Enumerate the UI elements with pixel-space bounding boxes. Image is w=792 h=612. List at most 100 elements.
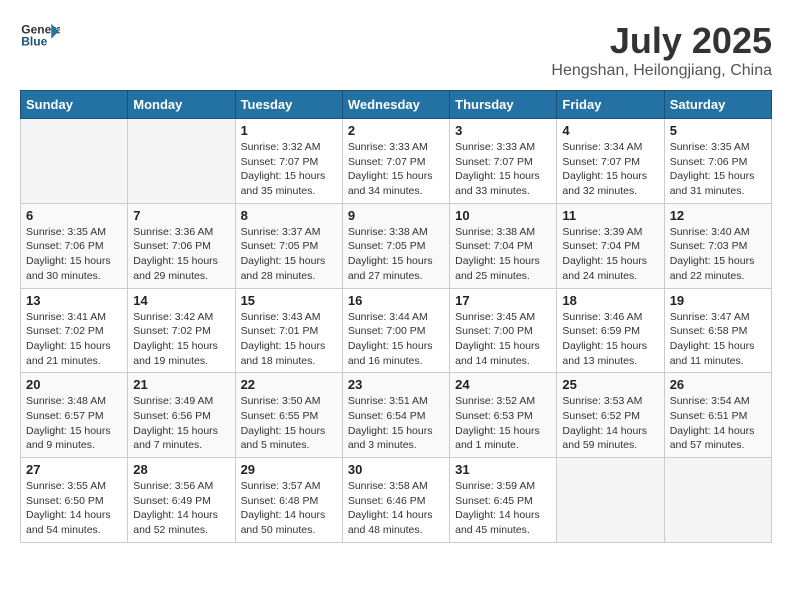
day-number: 1 [241,123,337,138]
day-info: Sunrise: 3:41 AM Sunset: 7:02 PM Dayligh… [26,310,122,369]
calendar-day-cell: 29 Sunrise: 3:57 AM Sunset: 6:48 PM Dayli… [235,458,342,543]
day-number: 22 [241,377,337,392]
calendar-day-cell: 16Sunrise: 3:44 AM Sunset: 7:00 PM Dayli… [342,288,449,373]
calendar-day-cell: 20 Sunrise: 3:48 AM Sunset: 6:57 PM Dayli… [21,373,128,458]
day-number: 21 [133,377,229,392]
calendar-week-row: 6 Sunrise: 3:35 AM Sunset: 7:06 PM Daylig… [21,203,772,288]
calendar-day-cell: 13 Sunrise: 3:41 AM Sunset: 7:02 PM Dayli… [21,288,128,373]
day-info: Sunrise: 3:59 AM Sunset: 6:45 PM Dayligh… [455,479,551,538]
day-info: Sunrise: 3:43 AM Sunset: 7:01 PM Dayligh… [241,310,337,369]
location-subtitle: Hengshan, Heilongjiang, China [551,62,772,80]
day-info: Sunrise: 3:36 AM Sunset: 7:06 PM Dayligh… [133,225,229,284]
calendar-day-cell [128,119,235,204]
weekday-header: Tuesday [235,91,342,119]
calendar-day-cell: 4Sunrise: 3:34 AM Sunset: 7:07 PM Daylig… [557,119,664,204]
weekday-header-row: SundayMondayTuesdayWednesdayThursdayFrid… [21,91,772,119]
day-number: 31 [455,462,551,477]
day-info: Sunrise: 3:51 AM Sunset: 6:54 PM Dayligh… [348,394,444,453]
day-info: Sunrise: 3:35 AM Sunset: 7:06 PM Dayligh… [670,140,766,199]
calendar-day-cell: 27Sunrise: 3:55 AM Sunset: 6:50 PM Dayli… [21,458,128,543]
title-section: July 2025 Hengshan, Heilongjiang, China [551,20,772,80]
calendar-week-row: 1 Sunrise: 3:32 AM Sunset: 7:07 PM Daylig… [21,119,772,204]
day-info: Sunrise: 3:42 AM Sunset: 7:02 PM Dayligh… [133,310,229,369]
day-number: 3 [455,123,551,138]
day-number: 13 [26,293,122,308]
calendar-day-cell: 6 Sunrise: 3:35 AM Sunset: 7:06 PM Daylig… [21,203,128,288]
logo: General Blue [20,20,60,50]
calendar-day-cell: 25 Sunrise: 3:53 AM Sunset: 6:52 PM Dayli… [557,373,664,458]
day-info: Sunrise: 3:35 AM Sunset: 7:06 PM Dayligh… [26,225,122,284]
day-info: Sunrise: 3:39 AM Sunset: 7:04 PM Dayligh… [562,225,658,284]
day-info: Sunrise: 3:57 AM Sunset: 6:48 PM Dayligh… [241,479,337,538]
day-number: 25 [562,377,658,392]
day-number: 29 [241,462,337,477]
calendar-day-cell: 1 Sunrise: 3:32 AM Sunset: 7:07 PM Daylig… [235,119,342,204]
calendar-week-row: 27Sunrise: 3:55 AM Sunset: 6:50 PM Dayli… [21,458,772,543]
weekday-header: Sunday [21,91,128,119]
day-number: 19 [670,293,766,308]
calendar-week-row: 13 Sunrise: 3:41 AM Sunset: 7:02 PM Dayli… [21,288,772,373]
day-number: 27 [26,462,122,477]
day-number: 8 [241,208,337,223]
day-info: Sunrise: 3:54 AM Sunset: 6:51 PM Dayligh… [670,394,766,453]
calendar-day-cell: 22Sunrise: 3:50 AM Sunset: 6:55 PM Dayli… [235,373,342,458]
day-number: 10 [455,208,551,223]
day-info: Sunrise: 3:40 AM Sunset: 7:03 PM Dayligh… [670,225,766,284]
calendar-day-cell [21,119,128,204]
day-number: 4 [562,123,658,138]
day-info: Sunrise: 3:37 AM Sunset: 7:05 PM Dayligh… [241,225,337,284]
calendar-day-cell: 10Sunrise: 3:38 AM Sunset: 7:04 PM Dayli… [450,203,557,288]
calendar-day-cell: 5 Sunrise: 3:35 AM Sunset: 7:06 PM Daylig… [664,119,771,204]
day-number: 26 [670,377,766,392]
calendar-day-cell: 9Sunrise: 3:38 AM Sunset: 7:05 PM Daylig… [342,203,449,288]
calendar-day-cell: 2 Sunrise: 3:33 AM Sunset: 7:07 PM Daylig… [342,119,449,204]
weekday-header: Wednesday [342,91,449,119]
day-info: Sunrise: 3:52 AM Sunset: 6:53 PM Dayligh… [455,394,551,453]
calendar-day-cell: 17 Sunrise: 3:45 AM Sunset: 7:00 PM Dayli… [450,288,557,373]
day-number: 11 [562,208,658,223]
day-number: 9 [348,208,444,223]
svg-text:Blue: Blue [21,35,47,49]
calendar-day-cell: 21Sunrise: 3:49 AM Sunset: 6:56 PM Dayli… [128,373,235,458]
weekday-header: Friday [557,91,664,119]
calendar-day-cell: 14 Sunrise: 3:42 AM Sunset: 7:02 PM Dayli… [128,288,235,373]
calendar-day-cell: 23 Sunrise: 3:51 AM Sunset: 6:54 PM Dayli… [342,373,449,458]
day-number: 20 [26,377,122,392]
day-number: 17 [455,293,551,308]
day-number: 6 [26,208,122,223]
weekday-header: Thursday [450,91,557,119]
month-year-title: July 2025 [551,20,772,62]
day-info: Sunrise: 3:56 AM Sunset: 6:49 PM Dayligh… [133,479,229,538]
calendar-day-cell [664,458,771,543]
calendar-day-cell: 28 Sunrise: 3:56 AM Sunset: 6:49 PM Dayli… [128,458,235,543]
calendar-table: SundayMondayTuesdayWednesdayThursdayFrid… [20,90,772,543]
calendar-day-cell: 11 Sunrise: 3:39 AM Sunset: 7:04 PM Dayli… [557,203,664,288]
day-info: Sunrise: 3:48 AM Sunset: 6:57 PM Dayligh… [26,394,122,453]
day-number: 12 [670,208,766,223]
day-number: 28 [133,462,229,477]
weekday-header: Monday [128,91,235,119]
day-number: 23 [348,377,444,392]
day-info: Sunrise: 3:53 AM Sunset: 6:52 PM Dayligh… [562,394,658,453]
calendar-day-cell: 26 Sunrise: 3:54 AM Sunset: 6:51 PM Dayli… [664,373,771,458]
calendar-day-cell: 24Sunrise: 3:52 AM Sunset: 6:53 PM Dayli… [450,373,557,458]
logo-icon: General Blue [20,20,60,50]
day-number: 30 [348,462,444,477]
day-number: 2 [348,123,444,138]
day-info: Sunrise: 3:44 AM Sunset: 7:00 PM Dayligh… [348,310,444,369]
calendar-day-cell: 31 Sunrise: 3:59 AM Sunset: 6:45 PM Dayli… [450,458,557,543]
day-number: 18 [562,293,658,308]
page-header: General Blue July 2025 Hengshan, Heilong… [20,20,772,80]
day-number: 14 [133,293,229,308]
day-info: Sunrise: 3:32 AM Sunset: 7:07 PM Dayligh… [241,140,337,199]
day-info: Sunrise: 3:58 AM Sunset: 6:46 PM Dayligh… [348,479,444,538]
calendar-week-row: 20 Sunrise: 3:48 AM Sunset: 6:57 PM Dayli… [21,373,772,458]
day-number: 5 [670,123,766,138]
calendar-day-cell: 3Sunrise: 3:33 AM Sunset: 7:07 PM Daylig… [450,119,557,204]
calendar-day-cell: 12 Sunrise: 3:40 AM Sunset: 7:03 PM Dayli… [664,203,771,288]
calendar-day-cell [557,458,664,543]
day-number: 15 [241,293,337,308]
day-info: Sunrise: 3:45 AM Sunset: 7:00 PM Dayligh… [455,310,551,369]
calendar-day-cell: 18Sunrise: 3:46 AM Sunset: 6:59 PM Dayli… [557,288,664,373]
day-info: Sunrise: 3:33 AM Sunset: 7:07 PM Dayligh… [348,140,444,199]
